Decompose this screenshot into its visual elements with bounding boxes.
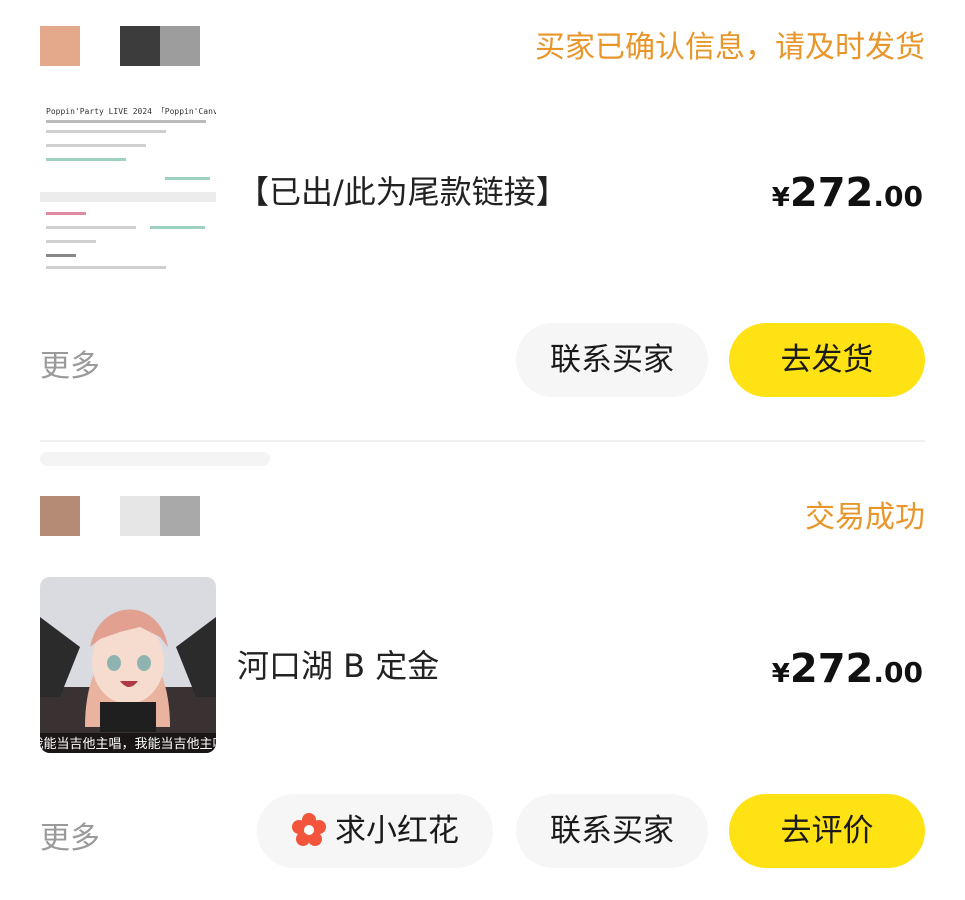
order-status: 交易成功 <box>805 500 925 535</box>
product-thumbnail[interactable]: 我能当吉他主唱，我能当吉他主唱 <box>40 577 216 753</box>
price-integer: 272 <box>789 170 874 216</box>
buyer-avatar[interactable] <box>40 26 200 66</box>
divider <box>40 440 925 442</box>
avatar-pixel <box>80 26 120 66</box>
product-price: ¥272.00 <box>772 646 923 692</box>
product-title[interactable]: 【已出/此为尾款链接】 <box>237 172 568 212</box>
order-card: 交易成功 我能当吉他主唱，我能当吉他主唱 河口湖 B 定金 ¥272.00 更多 <box>0 470 965 900</box>
avatar-pixel <box>160 496 200 536</box>
ship-button[interactable]: 去发货 <box>729 323 925 397</box>
avatar-pixel <box>120 496 160 536</box>
price-decimal: .00 <box>873 180 923 213</box>
order-card: 买家已确认信息，请及时发货 Poppin'Party LIVE 2024 「Po… <box>0 0 965 440</box>
product-thumbnail[interactable]: Poppin'Party LIVE 2024 「Poppin'Canvas ～描… <box>40 100 216 276</box>
price-decimal: .00 <box>873 656 923 689</box>
request-flower-button[interactable]: 求小红花 <box>257 794 493 868</box>
product-title[interactable]: 河口湖 B 定金 <box>237 646 439 686</box>
price-integer: 272 <box>789 646 874 692</box>
contact-buyer-button[interactable]: 联系买家 <box>516 794 708 868</box>
blurred-strip <box>40 452 270 466</box>
ticket-screenshot-image: Poppin'Party LIVE 2024 「Poppin'Canvas ～描… <box>40 100 216 276</box>
flower-icon <box>292 812 326 846</box>
more-link[interactable]: 更多 <box>40 341 100 385</box>
thumb-text: Poppin'Party LIVE 2024 「Poppin'Canvas ～描… <box>46 106 216 116</box>
price-currency: ¥ <box>771 659 790 689</box>
avatar-pixel <box>160 26 200 66</box>
review-button[interactable]: 去评价 <box>729 794 925 868</box>
avatar-pixel <box>40 26 80 66</box>
request-flower-label: 求小红花 <box>335 813 459 849</box>
contact-buyer-button[interactable]: 联系买家 <box>516 323 708 397</box>
avatar-pixel <box>40 496 80 536</box>
anime-character-image: 我能当吉他主唱，我能当吉他主唱 <box>40 577 216 753</box>
product-price: ¥272.00 <box>772 170 923 216</box>
avatar-pixel <box>80 496 120 536</box>
thumb-caption: 我能当吉他主唱，我能当吉他主唱 <box>40 737 216 752</box>
more-link[interactable]: 更多 <box>40 813 100 857</box>
buyer-avatar[interactable] <box>40 496 200 536</box>
order-status: 买家已确认信息，请及时发货 <box>535 30 925 65</box>
price-currency: ¥ <box>771 183 790 213</box>
avatar-pixel <box>120 26 160 66</box>
